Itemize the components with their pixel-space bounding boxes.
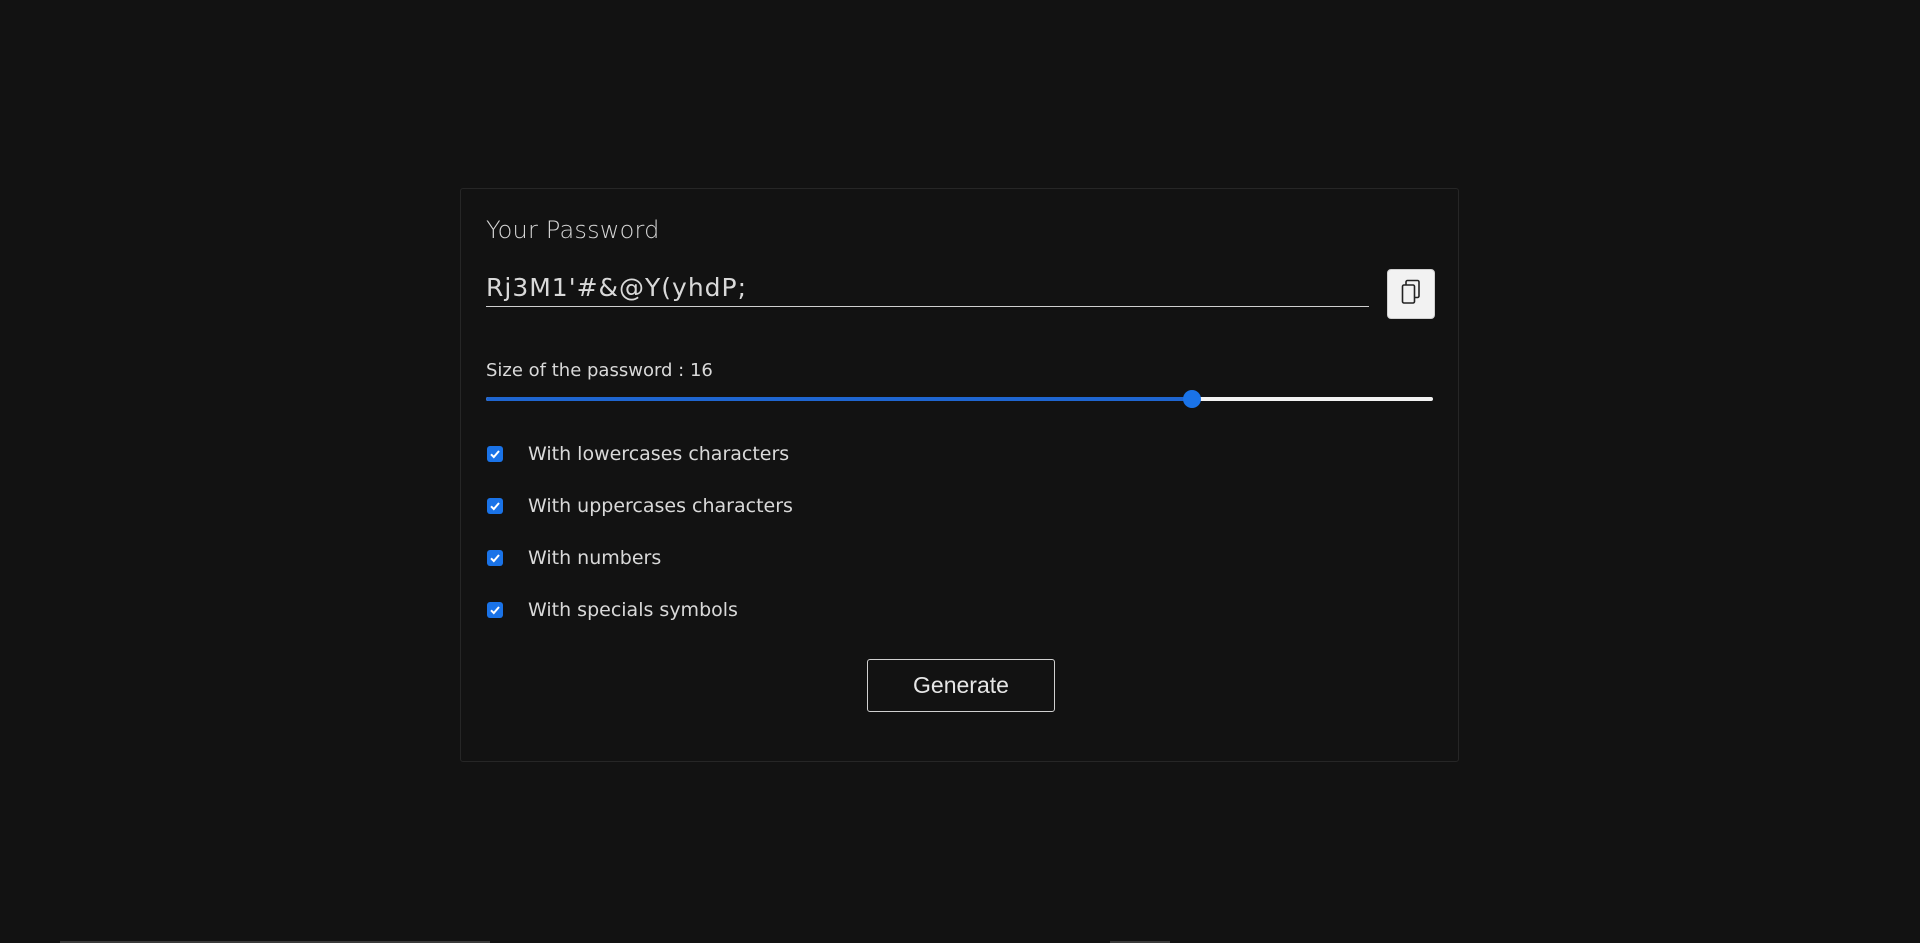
check-icon	[490, 450, 500, 459]
password-value: Rj3M1'#&@Y(yhdP;	[486, 273, 748, 302]
lowercase-label: With lowercases characters	[528, 443, 790, 465]
option-symbols[interactable]: With specials symbols	[487, 598, 738, 622]
slider-thumb[interactable]	[1183, 390, 1202, 408]
numbers-label: With numbers	[528, 547, 662, 569]
password-generator-card: Your Password Rj3M1'#&@Y(yhdP; Size of t…	[460, 188, 1459, 762]
slider-fill	[486, 397, 1193, 401]
symbols-label: With specials symbols	[528, 599, 738, 621]
option-numbers[interactable]: With numbers	[487, 546, 661, 570]
check-icon	[490, 606, 500, 615]
generate-button[interactable]: Generate	[867, 659, 1055, 712]
option-uppercase[interactable]: With uppercases characters	[487, 494, 793, 518]
copy-icon	[1400, 279, 1422, 309]
symbols-checkbox[interactable]	[487, 602, 503, 618]
card-title: Your Password	[486, 216, 660, 244]
password-output-field[interactable]: Rj3M1'#&@Y(yhdP;	[486, 268, 1369, 307]
password-size-label: Size of the password : 16	[486, 360, 713, 381]
check-icon	[490, 554, 500, 563]
uppercase-checkbox[interactable]	[487, 498, 503, 514]
password-size-slider[interactable]	[486, 390, 1433, 408]
option-lowercase[interactable]: With lowercases characters	[487, 442, 789, 466]
numbers-checkbox[interactable]	[487, 550, 503, 566]
check-icon	[490, 502, 500, 511]
copy-button[interactable]	[1387, 269, 1435, 319]
lowercase-checkbox[interactable]	[487, 446, 503, 462]
uppercase-label: With uppercases characters	[528, 495, 793, 517]
